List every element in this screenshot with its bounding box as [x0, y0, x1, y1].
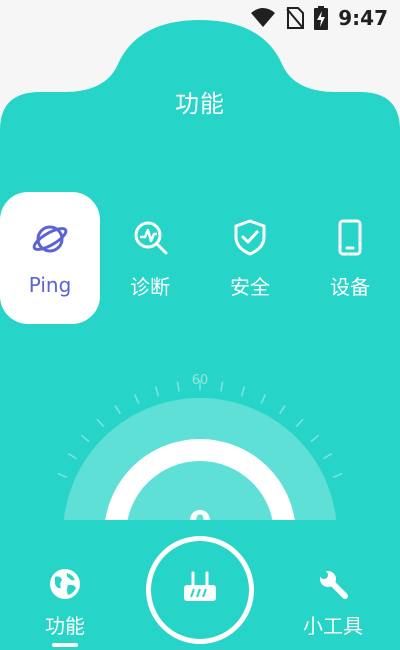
wrench-icon [317, 568, 349, 604]
bottom-nav: 功能 小工具 [0, 520, 400, 650]
tab-device-label: 设备 [330, 274, 370, 299]
nav-active-indicator [52, 643, 78, 647]
shield-check-icon [230, 217, 270, 257]
no-sim-icon [286, 7, 305, 29]
speed-gauge: 60 0 [57, 373, 343, 520]
tab-device[interactable]: 设备 [300, 192, 400, 324]
status-time: 9:47 [338, 6, 388, 30]
battery-charging-icon [314, 6, 329, 30]
tab-ping[interactable]: Ping [0, 192, 100, 324]
gauge-tick [310, 434, 320, 443]
planet-icon [30, 219, 70, 259]
gauge-tick [332, 472, 343, 479]
status-bar: 9:47 [0, 0, 400, 36]
phone-device-icon [330, 217, 370, 257]
feature-tabs: Ping 诊断 安全 设备 [0, 192, 400, 324]
nav-features-label: 功能 [45, 614, 85, 638]
gauge-tick [114, 405, 122, 415]
gauge-tick [220, 381, 224, 392]
gauge-tick [154, 386, 160, 397]
nav-tools-label: 小工具 [303, 614, 363, 638]
gauge-tick [278, 405, 286, 415]
router-center-button[interactable] [146, 536, 254, 644]
tab-security-label: 安全 [230, 274, 270, 299]
tab-diagnosis-label: 诊断 [130, 274, 170, 299]
gauge-tick [295, 418, 304, 428]
gauge-tick [67, 452, 78, 460]
tab-diagnosis[interactable]: 诊断 [100, 192, 200, 324]
gauge-tick [133, 394, 140, 404]
gauge-tick [57, 472, 68, 479]
gauge-tick [240, 386, 246, 397]
gauge-tick [322, 452, 333, 460]
wifi-icon [250, 8, 276, 28]
diagnosis-icon [130, 217, 170, 257]
tab-security[interactable]: 安全 [200, 192, 300, 324]
tab-ping-label: Ping [28, 273, 72, 297]
nav-item-features[interactable]: 功能 [10, 568, 120, 648]
nav-item-tools[interactable]: 小工具 [278, 568, 388, 648]
globe-icon [49, 568, 81, 604]
gauge-max-label: 60 [192, 373, 209, 388]
gauge-tick [260, 394, 267, 404]
gauge-tick [176, 381, 180, 392]
gauge-tick [96, 418, 105, 428]
router-icon [182, 571, 218, 609]
page-title: 功能 [175, 90, 225, 118]
gauge-value: 0 [188, 504, 212, 520]
gauge-tick [80, 434, 90, 443]
